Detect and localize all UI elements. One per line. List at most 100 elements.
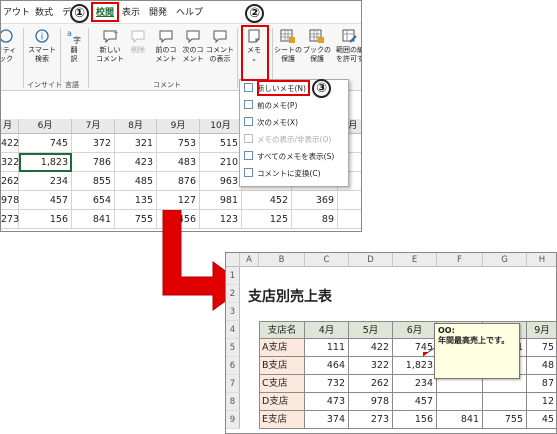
smart-lookup-button[interactable]: i スマート 検索: [27, 28, 57, 64]
table-cell[interactable]: 156: [19, 210, 72, 229]
column-letter[interactable]: F: [437, 253, 483, 267]
table-cell[interactable]: 855: [72, 172, 115, 191]
menu-item-show-all-memos[interactable]: すべてのメモを表示(S): [244, 150, 334, 164]
column-header[interactable]: 7月: [72, 119, 115, 134]
table-cell[interactable]: [338, 191, 361, 210]
menu-item-previous-memo[interactable]: 前のメモ(P): [244, 99, 297, 113]
row-number[interactable]: 6: [226, 357, 240, 375]
table-cell[interactable]: 322: [349, 357, 393, 375]
table-cell[interactable]: 322: [1, 153, 19, 172]
column-header[interactable]: 6月: [19, 119, 72, 134]
select-all-corner[interactable]: [226, 253, 240, 267]
table-cell[interactable]: 273: [1, 210, 19, 229]
table-cell[interactable]: 369: [292, 191, 338, 210]
row-number[interactable]: 9: [226, 411, 240, 429]
column-header[interactable]: 8月: [115, 119, 157, 134]
table-cell[interactable]: 156: [393, 411, 437, 429]
table-cell[interactable]: 423: [115, 153, 157, 172]
show-comments-button[interactable]: コメント の表示: [205, 28, 235, 64]
translate-button[interactable]: a字 翻 訳: [61, 28, 87, 64]
row-number[interactable]: 2: [226, 285, 240, 303]
table-cell[interactable]: B支店: [259, 357, 305, 375]
table-cell[interactable]: 422: [1, 134, 19, 153]
table-cell[interactable]: 515: [200, 134, 242, 153]
table-cell[interactable]: [437, 393, 483, 411]
new-comment-button[interactable]: + 新しい コメント: [95, 28, 125, 64]
delete-comment-button[interactable]: 削除: [123, 28, 153, 55]
table-cell[interactable]: 841: [437, 411, 483, 429]
table-cell[interactable]: 374: [305, 411, 349, 429]
table-cell[interactable]: 464: [305, 357, 349, 375]
protect-workbook-button[interactable]: ブックの 保護: [302, 28, 332, 64]
table-cell[interactable]: 262: [349, 375, 393, 393]
table-cell[interactable]: 48: [527, 357, 556, 375]
table-cell[interactable]: 732: [305, 375, 349, 393]
table-cell[interactable]: [483, 393, 527, 411]
table-header-cell[interactable]: 支店名: [259, 321, 305, 339]
table-cell[interactable]: 483: [157, 153, 200, 172]
table-cell[interactable]: 473: [305, 393, 349, 411]
table-cell[interactable]: 75: [527, 339, 556, 357]
table-cell[interactable]: 452: [242, 191, 292, 210]
column-header[interactable]: 9月: [157, 119, 200, 134]
column-letter[interactable]: E: [393, 253, 437, 267]
accessibility-button[interactable]: リティ ック: [1, 28, 21, 64]
tab-layout[interactable]: アウト: [3, 5, 30, 18]
tab-help[interactable]: ヘルプ: [176, 5, 203, 18]
table-cell[interactable]: 981: [200, 191, 242, 210]
table-cell[interactable]: 111: [305, 339, 349, 357]
previous-comment-button[interactable]: 前のコ メント: [151, 28, 181, 64]
table-cell[interactable]: 135: [115, 191, 157, 210]
table-cell[interactable]: 12: [527, 393, 556, 411]
table-cell[interactable]: 210: [200, 153, 242, 172]
table-cell[interactable]: 45: [527, 411, 556, 429]
table-cell[interactable]: 978: [349, 393, 393, 411]
table-cell[interactable]: 234: [393, 375, 437, 393]
table-cell[interactable]: 485: [115, 172, 157, 191]
column-letter[interactable]: D: [349, 253, 393, 267]
tab-developer[interactable]: 開発: [149, 5, 167, 18]
table-cell[interactable]: 89: [292, 210, 338, 229]
table-cell[interactable]: D支店: [259, 393, 305, 411]
table-cell[interactable]: 841: [72, 210, 115, 229]
menu-item-convert-to-comment[interactable]: コメントに変換(C): [244, 167, 321, 181]
table-cell[interactable]: 1,823: [393, 357, 437, 375]
column-header[interactable]: 月: [1, 119, 19, 134]
table-cell[interactable]: C支店: [259, 375, 305, 393]
tab-formulas[interactable]: 数式: [35, 5, 53, 18]
column-letter[interactable]: A: [240, 253, 259, 267]
table-cell[interactable]: 372: [72, 134, 115, 153]
table-header-cell[interactable]: 6月: [393, 321, 437, 339]
table-cell[interactable]: [338, 210, 361, 229]
row-number[interactable]: 3: [226, 303, 240, 321]
table-cell[interactable]: 87: [527, 375, 556, 393]
protect-sheet-button[interactable]: シートの 保護: [273, 28, 303, 64]
next-comment-button[interactable]: 次のコ メント: [178, 28, 208, 64]
table-cell[interactable]: 262: [1, 172, 19, 191]
row-number[interactable]: 4: [226, 321, 240, 339]
table-header-cell[interactable]: 5月: [349, 321, 393, 339]
row-number[interactable]: 1: [226, 267, 240, 285]
menu-item-toggle-memo[interactable]: メモの表示/非表示(O): [244, 133, 331, 147]
table-cell[interactable]: 786: [72, 153, 115, 172]
table-cell[interactable]: E支店: [259, 411, 305, 429]
table-cell[interactable]: 755: [483, 411, 527, 429]
table-header-cell[interactable]: 9月: [527, 321, 556, 339]
tab-view[interactable]: 表示: [122, 5, 140, 18]
table-cell[interactable]: 963: [200, 172, 242, 191]
table-cell[interactable]: 457: [393, 393, 437, 411]
allow-edit-ranges-button[interactable]: 範囲の編 を許可す: [332, 28, 361, 64]
table-cell[interactable]: 457: [19, 191, 72, 210]
column-letter[interactable]: C: [305, 253, 349, 267]
column-letter[interactable]: B: [259, 253, 305, 267]
column-letter[interactable]: G: [483, 253, 527, 267]
table-header-cell[interactable]: 4月: [305, 321, 349, 339]
row-number[interactable]: 8: [226, 393, 240, 411]
column-header[interactable]: 10月: [200, 119, 242, 134]
table-cell[interactable]: 321: [115, 134, 157, 153]
table-cell[interactable]: 127: [157, 191, 200, 210]
table-cell[interactable]: 654: [72, 191, 115, 210]
table-cell[interactable]: 876: [157, 172, 200, 191]
comment-box[interactable]: OO: 年間最高売上です。: [434, 323, 520, 379]
table-cell[interactable]: 422: [349, 339, 393, 357]
